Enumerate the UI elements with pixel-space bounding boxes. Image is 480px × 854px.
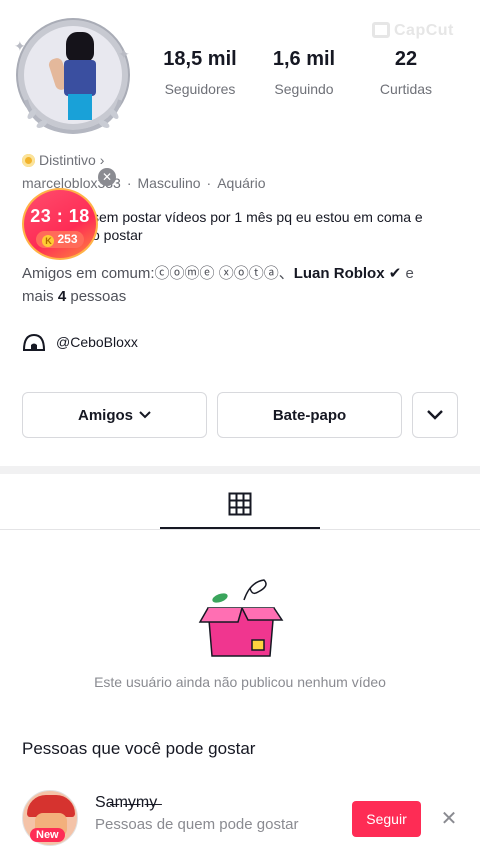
likes-count: 22 — [394, 48, 418, 70]
followers-label: Seguidores — [164, 81, 236, 97]
zodiac-sign: Aquário — [217, 175, 266, 191]
following-count: 1,6 mil — [272, 48, 336, 70]
laurel-icon — [24, 99, 122, 135]
chat-button[interactable]: Bate-papo — [217, 392, 402, 438]
timer-time: 23 : 18 — [30, 206, 90, 226]
sparkle-icon: ✦ — [14, 38, 26, 54]
following-label: Seguindo — [274, 81, 334, 97]
sparkle-icon: ✦ — [118, 46, 130, 62]
suggestion-item[interactable]: New Sa̶m̶y̶m̶y̶ Pessoas de quem pode gos… — [0, 788, 480, 854]
followers-count: 18,5 mil — [163, 48, 237, 70]
likes-label: Curtidas — [379, 81, 433, 97]
igloo-icon — [22, 333, 46, 351]
badge-label: Distintivo — [39, 152, 96, 168]
capcut-logo-icon — [372, 22, 390, 38]
chevron-down-icon — [139, 411, 151, 419]
followers-stat[interactable]: 18,5 mil Seguidores — [150, 48, 250, 97]
social-link[interactable]: @CeboBloxx — [22, 332, 138, 352]
chevron-right-icon: › — [99, 152, 105, 168]
following-stat[interactable]: 1,6 mil Seguindo — [258, 48, 350, 97]
tab-videos[interactable] — [160, 480, 320, 529]
live-timer-widget[interactable]: 23 : 18 K 253 — [22, 188, 98, 260]
profile-avatar[interactable]: ✦ ✦ — [14, 18, 132, 136]
suggestion-name: Sa̶m̶y̶m̶y̶ — [95, 794, 158, 811]
friends-button[interactable]: Amigos — [22, 392, 207, 438]
badge-icon — [22, 153, 35, 167]
gender: Masculino — [137, 175, 201, 191]
capcut-watermark: CapCut — [372, 22, 454, 40]
follow-button[interactable]: Seguir — [352, 801, 421, 837]
content-tabs — [0, 480, 480, 530]
coin-counter: K 253 — [36, 231, 84, 248]
social-handle: @CeboBloxx — [56, 334, 138, 350]
empty-state-text: Este usuário ainda não publicou nenhum v… — [94, 674, 386, 690]
mutual-friends[interactable]: Amigos em comum:ⓒⓞⓜⓔ ⓧⓞⓣⓐ、Luan Roblox ✔ … — [22, 262, 462, 308]
new-badge: New — [30, 828, 65, 842]
coin-icon: K — [42, 235, 55, 247]
likes-stat[interactable]: 22 Curtidas — [362, 48, 450, 97]
profile-actions: Amigos Bate-papo — [22, 392, 458, 438]
close-icon[interactable]: ✕ — [98, 168, 116, 186]
suggestions-title: Pessoas que você pode gostar — [22, 739, 256, 758]
grid-icon — [228, 492, 252, 515]
suggestion-subtitle: Pessoas de quem pode gostar — [95, 816, 299, 833]
section-divider — [0, 466, 480, 474]
empty-box-icon — [198, 579, 284, 657]
badge-link[interactable]: Distintivo › — [22, 152, 104, 168]
close-icon[interactable]: ✕ — [438, 808, 460, 830]
more-options-button[interactable] — [412, 392, 458, 438]
chevron-down-icon — [427, 410, 443, 420]
